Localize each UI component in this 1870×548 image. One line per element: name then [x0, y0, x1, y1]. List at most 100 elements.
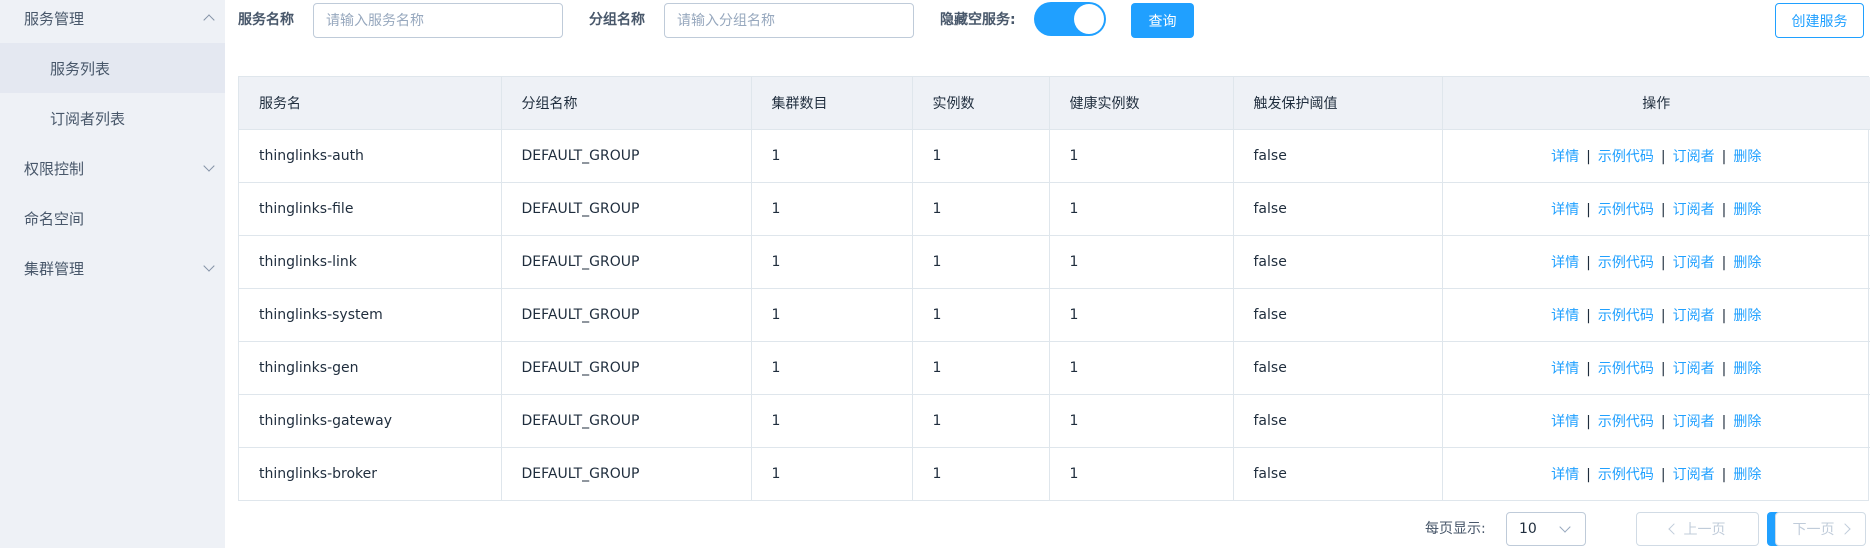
chevron-up-icon [203, 14, 215, 26]
action-separator: | [1660, 360, 1666, 377]
service-name-input[interactable] [313, 3, 563, 38]
action-separator: | [1586, 466, 1591, 483]
delete-link[interactable]: 删除 [1733, 361, 1761, 377]
detail-link[interactable]: 详情 [1551, 255, 1579, 271]
column-header-instance-count: 实例数 [912, 77, 1050, 130]
delete-link[interactable]: 删除 [1733, 467, 1761, 483]
protect-threshold-cell: false [1233, 182, 1443, 236]
instance-count-cell: 1 [912, 129, 1050, 183]
cluster-count-cell: 1 [751, 394, 913, 448]
sidebar-item-cluster-management[interactable]: 集群管理 [0, 243, 225, 293]
group-name-cell: DEFAULT_GROUP [501, 129, 752, 183]
group-name-cell: DEFAULT_GROUP [501, 235, 752, 289]
delete-link[interactable]: 删除 [1733, 308, 1761, 324]
sample-code-link[interactable]: 示例代码 [1598, 255, 1654, 271]
action-separator: | [1660, 307, 1666, 324]
sample-code-link[interactable]: 示例代码 [1598, 467, 1654, 483]
healthy-instance-count-cell: 1 [1049, 447, 1234, 500]
group-name-cell: DEFAULT_GROUP [501, 182, 752, 236]
protect-threshold-cell: false [1233, 447, 1443, 500]
hide-empty-switch[interactable] [1034, 2, 1106, 36]
page-size-select[interactable]: 10 [1506, 512, 1586, 546]
sidebar: 服务管理 服务列表 订阅者列表 权限控制 命名空间 集群管理 [0, 0, 225, 548]
table-row: thinglinks-auth DEFAULT_GROUP 1 1 1 false 详情 | 示… [239, 129, 1870, 183]
query-button[interactable]: 查询 [1131, 3, 1194, 38]
sample-code-link[interactable]: 示例代码 [1598, 202, 1654, 218]
delete-link[interactable]: 删除 [1733, 149, 1761, 165]
group-name-cell: DEFAULT_GROUP [501, 341, 752, 395]
operations-cell: 详情 | 示例代码 | 订阅者 | 删除 [1442, 447, 1870, 500]
delete-link[interactable]: 删除 [1733, 255, 1761, 271]
action-separator: | [1660, 201, 1666, 218]
sidebar-item-subscriber-list[interactable]: 订阅者列表 [0, 93, 225, 143]
action-separator: | [1660, 148, 1666, 165]
subscriber-link[interactable]: 订阅者 [1673, 202, 1715, 218]
cluster-count-cell: 1 [751, 341, 913, 395]
instance-count-cell: 1 [912, 288, 1050, 342]
subscriber-link[interactable]: 订阅者 [1673, 149, 1715, 165]
service-table: 服务名 分组名称 集群数目 实例数 健康实例数 触发保护阈值 操作 thingl… [238, 76, 1870, 501]
action-separator: | [1586, 413, 1591, 430]
next-page-label: 下一页 [1792, 522, 1835, 538]
subscriber-link[interactable]: 订阅者 [1673, 308, 1715, 324]
detail-link[interactable]: 详情 [1551, 202, 1579, 218]
table-row: thinglinks-gateway DEFAULT_GROUP 1 1 1 false 详… [239, 394, 1870, 448]
prev-page-label: 上一页 [1683, 522, 1726, 538]
action-separator: | [1660, 466, 1666, 483]
table-row: thinglinks-link DEFAULT_GROUP 1 1 1 false 详情 | 示… [239, 235, 1870, 289]
action-separator: | [1586, 201, 1591, 218]
protect-threshold-cell: false [1233, 235, 1443, 289]
sample-code-link[interactable]: 示例代码 [1598, 361, 1654, 377]
table-row: thinglinks-system DEFAULT_GROUP 1 1 1 false 详情… [239, 288, 1870, 342]
sidebar-item-label: 集群管理 [24, 259, 85, 278]
group-name-cell: DEFAULT_GROUP [501, 394, 752, 448]
group-name-input[interactable] [664, 3, 914, 38]
subscriber-link[interactable]: 订阅者 [1673, 467, 1715, 483]
protect-threshold-cell: false [1233, 341, 1443, 395]
detail-link[interactable]: 详情 [1551, 414, 1579, 430]
group-name-cell: DEFAULT_GROUP [501, 447, 752, 500]
sample-code-link[interactable]: 示例代码 [1598, 149, 1654, 165]
sidebar-item-label: 订阅者列表 [50, 109, 126, 128]
sidebar-item-access-control[interactable]: 权限控制 [0, 143, 225, 193]
next-page-button[interactable]: 下一页 [1775, 512, 1866, 546]
detail-link[interactable]: 详情 [1551, 149, 1579, 165]
healthy-instance-count-cell: 1 [1049, 129, 1234, 183]
detail-link[interactable]: 详情 [1551, 467, 1579, 483]
table-row: thinglinks-gen DEFAULT_GROUP 1 1 1 false 详情 | 示例… [239, 341, 1870, 395]
service-name-cell: thinglinks-auth [239, 129, 502, 183]
action-separator: | [1586, 307, 1591, 324]
healthy-instance-count-cell: 1 [1049, 341, 1234, 395]
service-name-cell: thinglinks-system [239, 288, 502, 342]
action-separator: | [1721, 307, 1727, 324]
subscriber-link[interactable]: 订阅者 [1673, 255, 1715, 271]
sidebar-item-service-management[interactable]: 服务管理 [0, 0, 225, 43]
page-size-label: 每页显示: [1425, 521, 1486, 537]
table-row: thinglinks-broker DEFAULT_GROUP 1 1 1 false 详情… [239, 447, 1870, 500]
service-name-cell: thinglinks-gen [239, 341, 502, 395]
operations-cell: 详情 | 示例代码 | 订阅者 | 删除 [1442, 182, 1870, 236]
prev-page-button[interactable]: 上一页 [1636, 512, 1759, 546]
subscriber-link[interactable]: 订阅者 [1673, 414, 1715, 430]
detail-link[interactable]: 详情 [1551, 361, 1579, 377]
service-name-cell: thinglinks-gateway [239, 394, 502, 448]
action-separator: | [1721, 148, 1727, 165]
action-separator: | [1721, 466, 1727, 483]
detail-link[interactable]: 详情 [1551, 308, 1579, 324]
sidebar-item-service-list[interactable]: 服务列表 [0, 43, 225, 93]
chevron-down-icon [203, 160, 215, 172]
operations-cell: 详情 | 示例代码 | 订阅者 | 删除 [1442, 235, 1870, 289]
sidebar-item-label: 服务列表 [50, 59, 111, 78]
cluster-count-cell: 1 [751, 447, 913, 500]
action-separator: | [1721, 413, 1727, 430]
delete-link[interactable]: 删除 [1733, 414, 1761, 430]
create-service-button[interactable]: 创建服务 [1775, 3, 1864, 38]
table-header-row: 服务名 分组名称 集群数目 实例数 健康实例数 触发保护阈值 操作 [239, 77, 1870, 130]
sample-code-link[interactable]: 示例代码 [1598, 308, 1654, 324]
sidebar-item-namespace[interactable]: 命名空间 [0, 193, 225, 243]
table-row: thinglinks-file DEFAULT_GROUP 1 1 1 false 详情 | 示… [239, 182, 1870, 236]
sample-code-link[interactable]: 示例代码 [1598, 414, 1654, 430]
subscriber-link[interactable]: 订阅者 [1673, 361, 1715, 377]
delete-link[interactable]: 删除 [1733, 202, 1761, 218]
service-name-cell: thinglinks-file [239, 182, 502, 236]
